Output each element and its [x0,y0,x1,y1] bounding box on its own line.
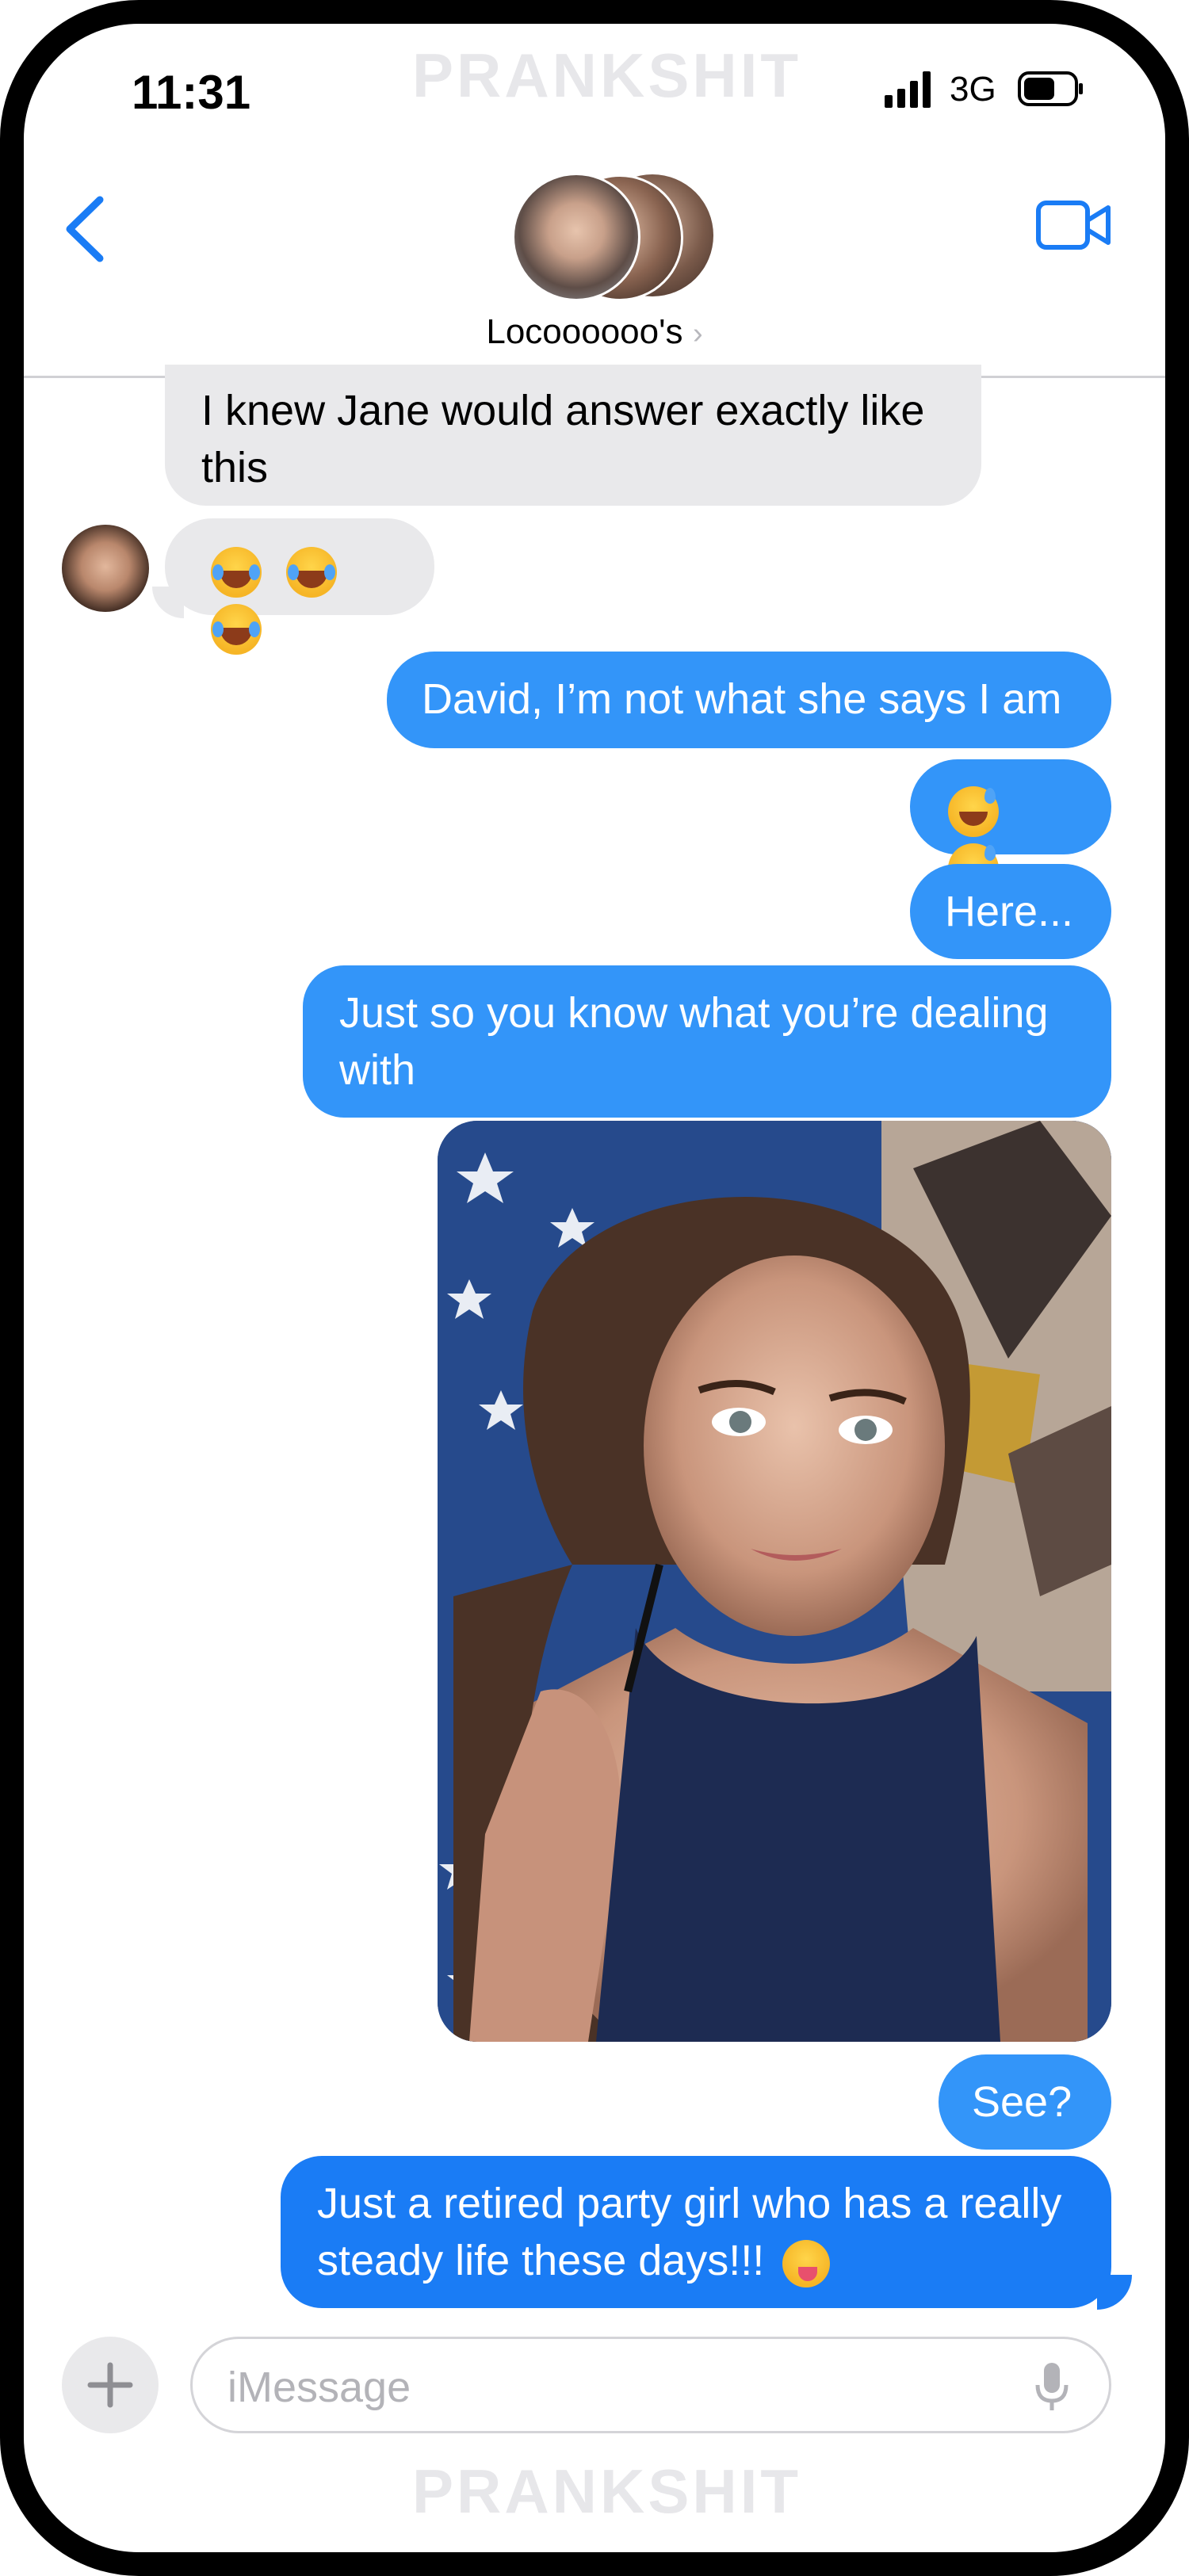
microphone-button[interactable] [1031,2361,1072,2414]
message-bubble-outgoing[interactable]: David, I’m not what she says I am [387,652,1111,748]
message-text: Here... [945,888,1074,935]
photo-attachment[interactable] [438,1121,1111,2042]
add-attachment-button[interactable] [62,2337,159,2433]
network-label: 3G [950,70,996,109]
message-text: Just so you know what you’re dealing wit… [339,989,1049,1094]
group-avatar-1 [512,173,640,301]
grinning-face-with-sweat-icon [948,785,999,837]
chevron-right-icon: › [692,317,703,350]
emoji-bubble-incoming[interactable] [165,518,434,655]
chevron-left-icon [66,196,104,262]
message-bubble-outgoing[interactable]: See? [939,2054,1111,2150]
photo-image [438,1121,1111,2042]
signal-icon [885,70,937,108]
contact-name: Locoooooo's [486,312,683,351]
microphone-icon [1035,2363,1069,2410]
message-bubble-outgoing[interactable]: Here... [910,864,1111,959]
plus-icon [87,2362,133,2408]
watermark-top: PRANKSHIT [412,40,802,110]
status-time: 11:31 [132,66,251,119]
message-text: Just a retired party girl who has a real… [317,2180,1062,2284]
group-avatar-stack[interactable] [512,173,717,301]
video-call-button[interactable] [1035,195,1113,255]
message-text: I knew Jane would answer exactly like th… [201,387,925,491]
watermark-bottom: PRANKSHIT [412,2456,802,2526]
message-text: David, I’m not what she says I am [422,675,1062,723]
message-input[interactable]: iMessage [190,2337,1111,2433]
face-with-tears-of-joy-icon [211,546,262,598]
battery-icon [1018,70,1084,108]
zany-face-icon [782,2239,831,2287]
message-bubble-outgoing[interactable]: Just a retired party girl who has a real… [281,2156,1111,2308]
message-bubble-outgoing[interactable]: Just so you know what you’re dealing wit… [303,965,1111,1118]
message-bubble-incoming[interactable]: I knew Jane would answer exactly like th… [165,365,981,506]
face-with-tears-of-joy-icon [286,546,338,598]
video-camera-icon [1036,201,1111,250]
back-button[interactable] [62,193,109,265]
input-placeholder: iMessage [227,2364,411,2411]
sender-avatar[interactable] [62,525,149,612]
emoji-bubble-outgoing[interactable] [910,759,1111,894]
contact-title[interactable]: Locoooooo's › [0,312,1189,352]
message-text: See? [972,2078,1072,2126]
phone: PRANKSHIT 11:31 3G Locoooooo's › I knew … [0,0,1189,2576]
face-with-tears-of-joy-icon [211,603,262,655]
